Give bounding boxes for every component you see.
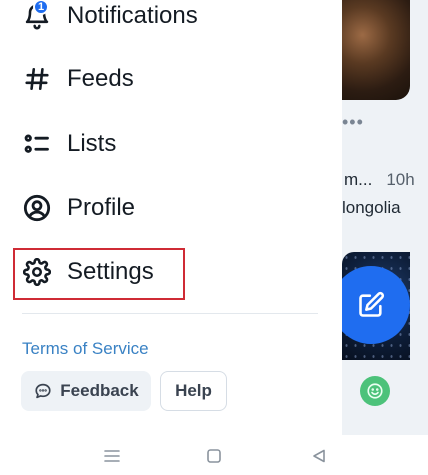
bell-icon: 1 bbox=[22, 0, 52, 31]
recent-apps-button[interactable] bbox=[101, 445, 123, 467]
list-icon bbox=[22, 129, 52, 159]
smile-icon bbox=[367, 383, 383, 399]
back-button[interactable] bbox=[308, 445, 330, 467]
post-author: m... bbox=[344, 170, 373, 189]
feedback-button[interactable]: Feedback bbox=[21, 371, 151, 411]
navigation-drawer: 1 Notifications Feeds Lists Profile Sett… bbox=[0, 0, 342, 435]
nav-label-profile: Profile bbox=[67, 194, 136, 221]
nav-item-notifications[interactable]: 1 Notifications bbox=[22, 0, 198, 36]
nav-label-notifications: Notifications bbox=[67, 2, 198, 29]
square-icon bbox=[207, 449, 221, 463]
compose-button[interactable] bbox=[342, 266, 410, 344]
terms-of-service-link[interactable]: Terms of Service bbox=[22, 339, 262, 359]
menu-icon bbox=[104, 450, 120, 462]
post-text: longolia bbox=[342, 198, 401, 217]
nav-label-feeds: Feeds bbox=[67, 65, 134, 92]
nav-label-settings: Settings bbox=[67, 258, 154, 285]
user-circle-icon bbox=[22, 193, 52, 223]
help-button[interactable]: Help bbox=[160, 371, 227, 411]
post-image[interactable] bbox=[342, 252, 410, 360]
back-triangle-icon bbox=[313, 449, 325, 463]
gear-icon bbox=[22, 257, 52, 287]
hash-icon bbox=[22, 64, 52, 94]
compose-icon bbox=[359, 291, 385, 317]
post-header: m... 10h bbox=[344, 170, 415, 190]
help-label: Help bbox=[175, 381, 212, 400]
chat-bubble-icon bbox=[33, 381, 53, 401]
home-button[interactable] bbox=[203, 445, 225, 467]
nav-item-profile[interactable]: Profile bbox=[22, 188, 135, 228]
background-feed: ••• m... 10h longolia bbox=[342, 0, 428, 435]
post-image[interactable] bbox=[342, 0, 410, 100]
feedback-label: Feedback bbox=[60, 381, 139, 400]
more-options-icon[interactable]: ••• bbox=[342, 112, 364, 133]
nav-item-feeds[interactable]: Feeds bbox=[22, 59, 134, 99]
system-navigation-bar bbox=[0, 435, 428, 475]
nav-item-settings[interactable]: Settings bbox=[22, 252, 154, 292]
divider bbox=[22, 313, 318, 314]
nav-item-lists[interactable]: Lists bbox=[22, 124, 116, 164]
nav-label-lists: Lists bbox=[67, 130, 117, 157]
avatar[interactable] bbox=[360, 376, 390, 406]
tab-bar bbox=[342, 362, 428, 435]
post-timestamp: 10h bbox=[386, 170, 415, 189]
